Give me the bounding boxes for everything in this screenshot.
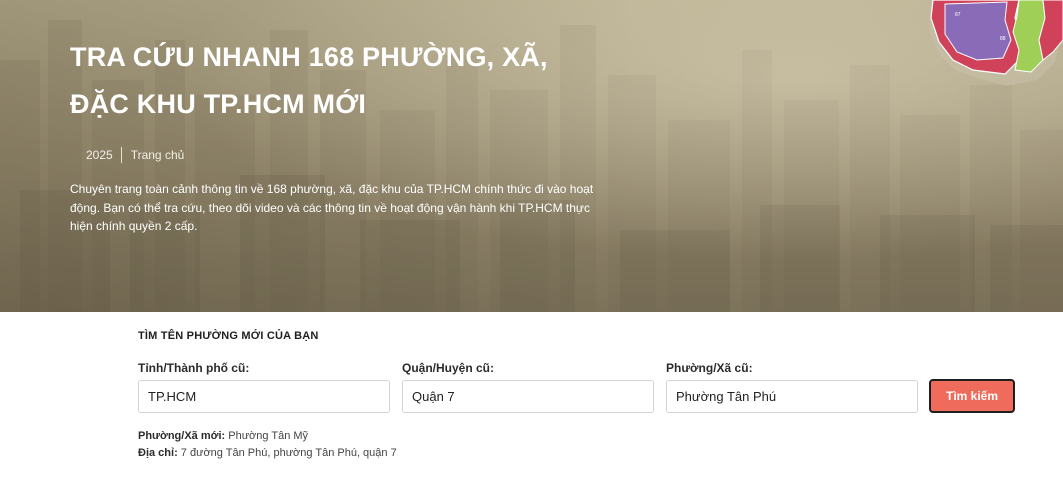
province-input[interactable] bbox=[138, 380, 390, 413]
page-title: TRA CỨU NHANH 168 PHƯỜNG, XÃ, ĐẶC KHU TP… bbox=[70, 34, 690, 128]
new-ward-result: Phường/Xã mới: Phường Tân Mỹ bbox=[138, 430, 308, 442]
ward-lookup-panel: TÌM TÊN PHƯỜNG MỚI CỦA BẠN Tỉnh/Thành ph… bbox=[0, 312, 1063, 477]
search-button[interactable]: Tìm kiếm bbox=[929, 379, 1015, 413]
year-label: 2025 bbox=[86, 148, 113, 162]
new-ward-value: Phường Tân Mỹ bbox=[228, 430, 309, 442]
district-label: Quận/Huyện cũ: bbox=[402, 361, 495, 375]
breadcrumb: 2025 Trang chủ bbox=[86, 146, 184, 164]
address-value: 7 đường Tân Phú, phường Tân Phú, quận 7 bbox=[180, 447, 397, 459]
district-input[interactable] bbox=[402, 380, 654, 413]
address-result: Địa chỉ: 7 đường Tân Phú, phường Tân Phú… bbox=[138, 447, 397, 459]
new-ward-label: Phường/Xã mới: bbox=[138, 430, 226, 442]
map-label: 88 bbox=[1000, 36, 1006, 42]
district-map-graphic: 87 88 bbox=[929, 0, 1063, 86]
hero-banner: 87 88 TRA CỨU NHANH 168 PHƯỜNG, XÃ, ĐẶC … bbox=[0, 0, 1063, 312]
breadcrumb-divider bbox=[120, 147, 122, 163]
page-title-line: TRA CỨU NHANH 168 PHƯỜNG, XÃ, bbox=[70, 42, 548, 72]
map-label: 87 bbox=[955, 12, 961, 18]
page-title-line: ĐẶC KHU TP.HCM MỚI bbox=[70, 89, 367, 119]
lookup-heading: TÌM TÊN PHƯỜNG MỚI CỦA BẠN bbox=[138, 330, 319, 342]
home-link[interactable]: Trang chủ bbox=[131, 148, 185, 162]
address-label: Địa chỉ: bbox=[138, 447, 178, 459]
province-label: Tỉnh/Thành phố cũ: bbox=[138, 361, 250, 375]
hero-description: Chuyên trang toàn cảnh thông tin về 168 … bbox=[70, 182, 594, 233]
ward-input[interactable] bbox=[666, 380, 918, 413]
ward-label: Phường/Xã cũ: bbox=[666, 361, 753, 375]
